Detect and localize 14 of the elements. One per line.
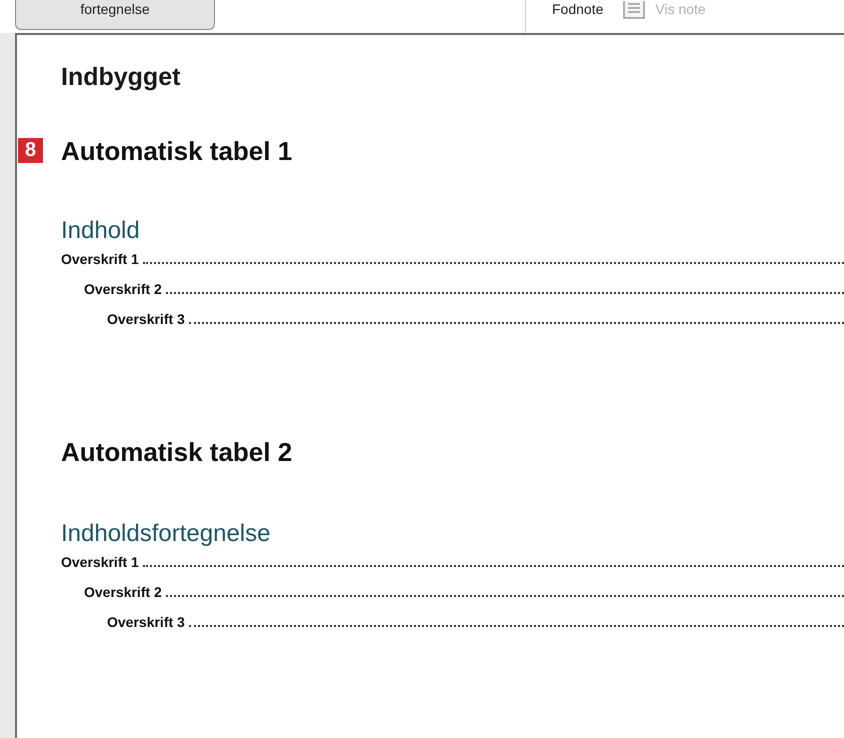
footnote-label: Fodnote — [552, 1, 604, 17]
toc-entry: Overskrift 2 — [84, 281, 162, 297]
toc-entry: Overskrift 2 — [84, 584, 162, 600]
gallery-item-title[interactable]: Automatisk tabel 1 — [61, 136, 844, 167]
toc-entry: Overskrift 3 — [107, 311, 185, 327]
number-badge: 8 — [18, 138, 43, 163]
table-of-contents-button[interactable]: fortegnelse — [15, 0, 215, 30]
toc-entry: Overskrift 1 — [61, 554, 139, 570]
toc-heading: Indholdsfortegnelse — [61, 520, 272, 548]
toc-heading: Indhold — [61, 217, 141, 245]
toc-entry: Overskrift 1 — [61, 251, 139, 267]
toc-entry: Overskrift 3 — [107, 614, 185, 630]
section-header: Indbygget — [61, 63, 182, 92]
gallery-item-title[interactable]: Automatisk tabel 2 — [61, 437, 844, 468]
